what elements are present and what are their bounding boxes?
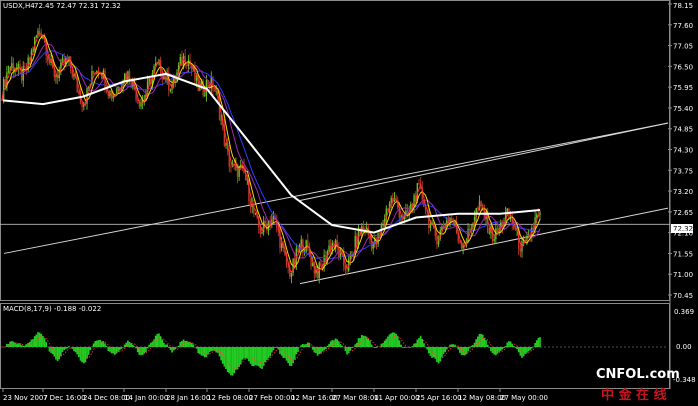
candle-body xyxy=(230,166,232,168)
candle-body xyxy=(87,87,90,88)
price-axis-tick-label: 78.15 xyxy=(673,2,693,10)
candle-body xyxy=(519,248,522,252)
time-axis-tick-label: 7 Dec 16:00 xyxy=(43,394,86,402)
time-axis-tick-label: 12 Feb 08:00 xyxy=(207,394,253,402)
time-axis-tick-label: 11 Apr 00:00 xyxy=(374,394,420,402)
time-axis-tick-label: 27 Mar 08:00 xyxy=(332,394,379,402)
price-axis-tick-label: 76.50 xyxy=(673,63,693,71)
upper-long-trendline xyxy=(3,122,669,254)
chart-window: USDX,H4 72.45 72.47 72.31 72.32 MACD(8,1… xyxy=(0,0,698,406)
time-axis-tick-label: 27 Feb 00:00 xyxy=(249,394,295,402)
candles-group xyxy=(2,24,541,284)
candle-body xyxy=(137,100,139,102)
price-axis-tick-label: 72.65 xyxy=(673,209,693,217)
candle-body xyxy=(254,213,257,215)
candle-body xyxy=(186,64,188,66)
candle-body xyxy=(536,214,538,218)
macd-histogram xyxy=(6,332,541,376)
candle-body xyxy=(204,95,206,97)
price-axis-tick-label: 75.95 xyxy=(673,84,693,92)
candle-body xyxy=(240,164,242,167)
candle-body xyxy=(290,272,293,277)
candle-body xyxy=(493,239,495,241)
time-axis-tick-label: 14 Jan 00:00 xyxy=(124,394,168,402)
price-axis-tick-label: 75.40 xyxy=(673,105,693,113)
channel-upper-line xyxy=(299,122,669,202)
watermark-logo-chinese: 中 金 在 线 xyxy=(601,387,667,403)
candle-body xyxy=(320,262,322,266)
candle-body xyxy=(35,35,38,37)
candle-body xyxy=(220,119,222,121)
macd-label: MACD(8,17,9) -0.188 -0.022 xyxy=(3,305,101,313)
candle-body xyxy=(148,78,150,82)
price-axis-tick-label: 70.45 xyxy=(673,292,693,300)
ma-purple-line xyxy=(1,43,541,265)
candle-body xyxy=(169,89,172,91)
long-ma-line xyxy=(2,72,541,234)
ohlc-label: 72.45 72.47 72.31 72.32 xyxy=(34,2,121,10)
time-axis-tick-label: 12 May 08:00 xyxy=(458,394,506,402)
candle-body xyxy=(468,229,471,231)
price-axis-tick-label: 73.20 xyxy=(673,188,693,196)
candle-body xyxy=(488,232,491,234)
candle-body xyxy=(300,239,302,245)
candle-body xyxy=(225,143,227,146)
time-axis-tick-label: 28 Jan 16:00 xyxy=(166,394,210,402)
price-chart: USDX,H4 72.45 72.47 72.31 72.32 MACD(8,1… xyxy=(0,0,696,403)
candle-body xyxy=(92,70,95,74)
price-axis-tick-label: 71.55 xyxy=(673,250,693,258)
time-axis-tick-label: 12 Mar 16:00 xyxy=(291,394,338,402)
candle-body xyxy=(55,75,57,77)
candle-body xyxy=(514,229,517,231)
candle-body xyxy=(261,232,263,234)
candle-body xyxy=(213,90,216,92)
ma-slow-line xyxy=(1,50,541,260)
price-axis-tick-label: 73.75 xyxy=(673,167,693,175)
candle-body xyxy=(264,221,266,225)
plot-layer xyxy=(0,3,672,392)
candle-body xyxy=(112,96,114,99)
price-axis-tick-label: 74.30 xyxy=(673,147,693,155)
time-axis-tick-label: 27 May 00:00 xyxy=(500,394,548,402)
candle-body xyxy=(429,224,432,229)
candle-body xyxy=(238,166,240,177)
price-axis-tick-label: 77.05 xyxy=(673,43,693,51)
price-panel-frame xyxy=(0,0,670,301)
price-axis-tick-label: 71.00 xyxy=(673,271,693,279)
candle-body xyxy=(81,103,83,107)
candle-body xyxy=(418,183,420,184)
candle-body xyxy=(7,71,10,73)
candle-body xyxy=(262,221,265,233)
candle-body xyxy=(346,269,348,271)
watermark-logo-latin: CNFOL.com xyxy=(596,367,680,382)
price-axis-tick-label: 72.10 xyxy=(673,230,693,238)
symbol-label: USDX,H4 xyxy=(3,2,35,10)
candle-body xyxy=(61,58,64,61)
candle-body xyxy=(362,226,365,229)
price-axis-tick-label: 74.85 xyxy=(673,126,693,134)
time-axis-tick-label: 23 Nov 2007 xyxy=(3,394,48,402)
price-axis-tick-label: 77.60 xyxy=(673,22,693,30)
candle-body xyxy=(48,60,51,63)
macd-axis-tick: 0.00 xyxy=(676,343,692,351)
macd-axis-tick: 0.369 xyxy=(674,308,694,316)
candle-body xyxy=(24,66,26,68)
candle-body xyxy=(11,63,13,68)
ma-mid-line xyxy=(1,34,541,271)
time-axis-tick-label: 25 Apr 16:00 xyxy=(416,394,462,402)
candle-body xyxy=(249,201,252,207)
